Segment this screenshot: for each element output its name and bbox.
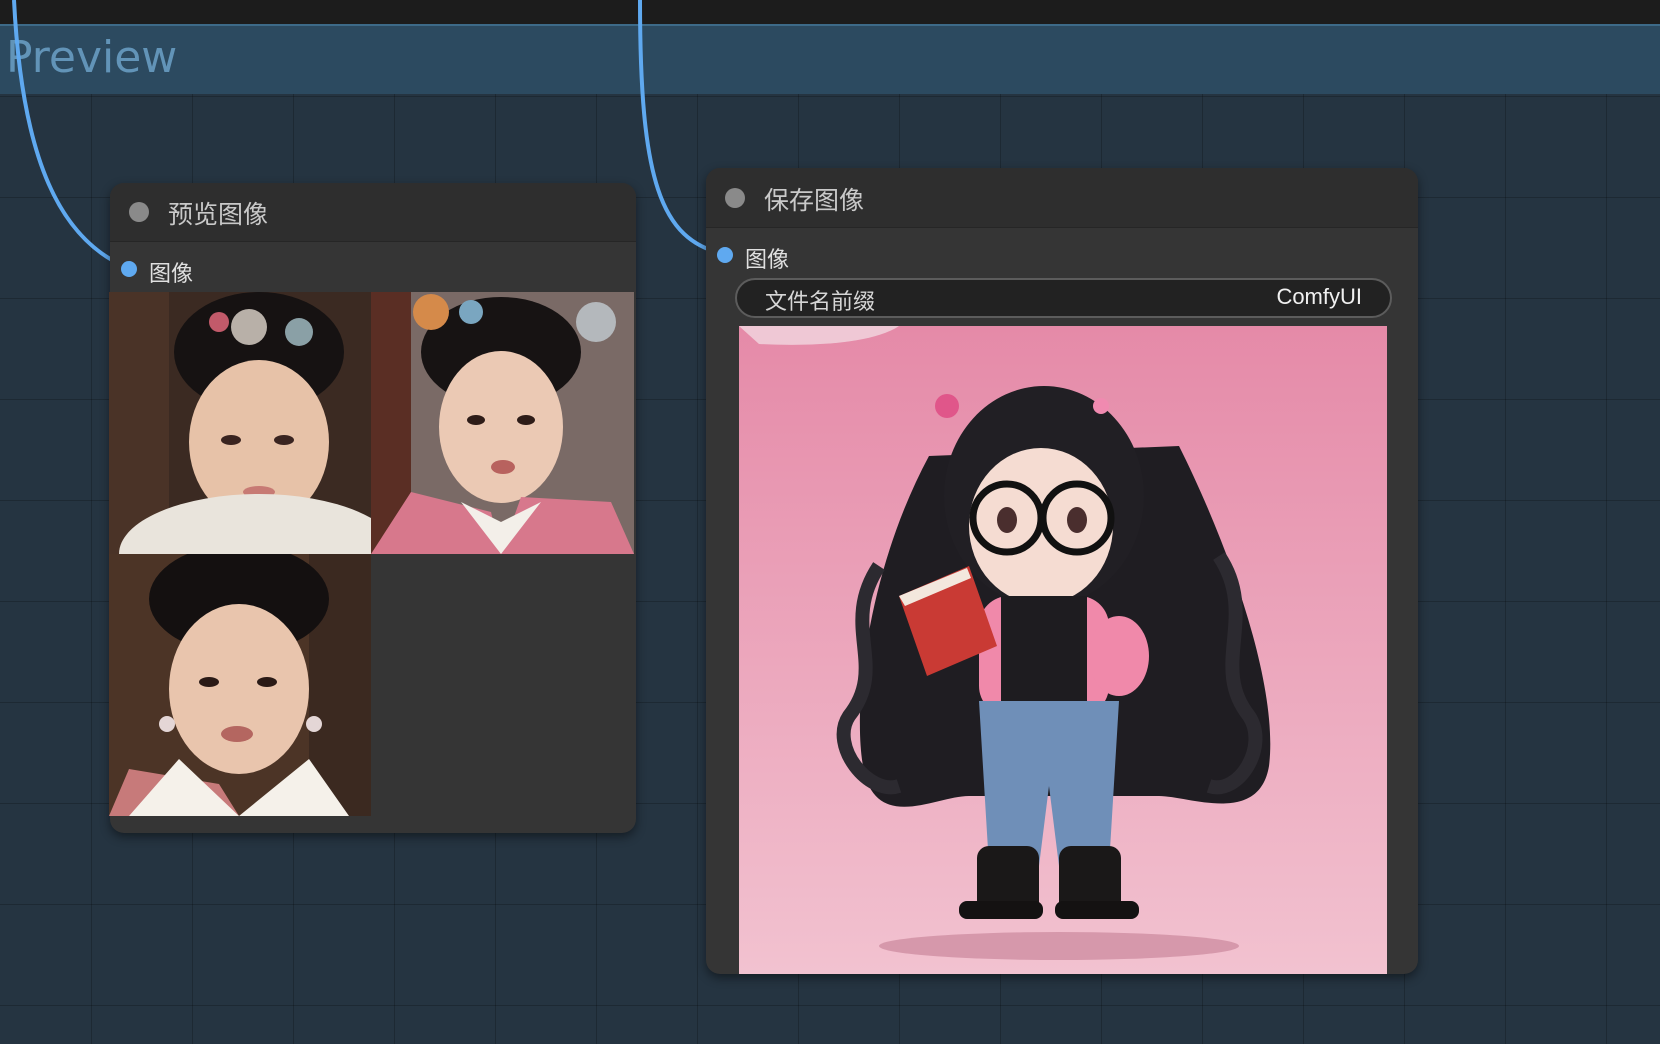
save-image-input-port[interactable] bbox=[717, 247, 733, 263]
preview-thumbnail-1[interactable] bbox=[109, 292, 371, 554]
save-image-input-label: 图像 bbox=[745, 248, 790, 273]
preview-thumbnail-3[interactable] bbox=[109, 554, 371, 816]
preview-node-title: 预览图像 bbox=[168, 200, 269, 229]
collapse-dot[interactable] bbox=[129, 202, 149, 222]
chibi-figurine-image bbox=[739, 326, 1387, 974]
save-node-title: 保存图像 bbox=[764, 186, 865, 215]
preview-thumbnail-2[interactable] bbox=[371, 292, 634, 554]
preview-image-input-port[interactable] bbox=[121, 261, 137, 277]
preview-node-header[interactable]: 预览图像 bbox=[110, 183, 636, 242]
saved-image-preview[interactable] bbox=[739, 326, 1387, 974]
save-node-header[interactable]: 保存图像 bbox=[706, 168, 1418, 228]
preview-image-node[interactable]: 预览图像 图像 bbox=[109, 183, 636, 833]
filename-prefix-label: 文件名前缀 bbox=[765, 290, 876, 315]
portrait-image bbox=[371, 292, 634, 554]
portrait-image bbox=[109, 554, 371, 816]
preview-image-input-label: 图像 bbox=[149, 262, 194, 287]
filename-prefix-value[interactable]: ComfyUI bbox=[1276, 284, 1362, 310]
collapse-dot[interactable] bbox=[725, 188, 745, 208]
portrait-image bbox=[109, 292, 371, 554]
save-image-node[interactable]: 保存图像 图像 文件名前缀 ComfyUI bbox=[706, 168, 1418, 974]
filename-prefix-widget[interactable]: 文件名前缀 ComfyUI bbox=[735, 278, 1392, 318]
